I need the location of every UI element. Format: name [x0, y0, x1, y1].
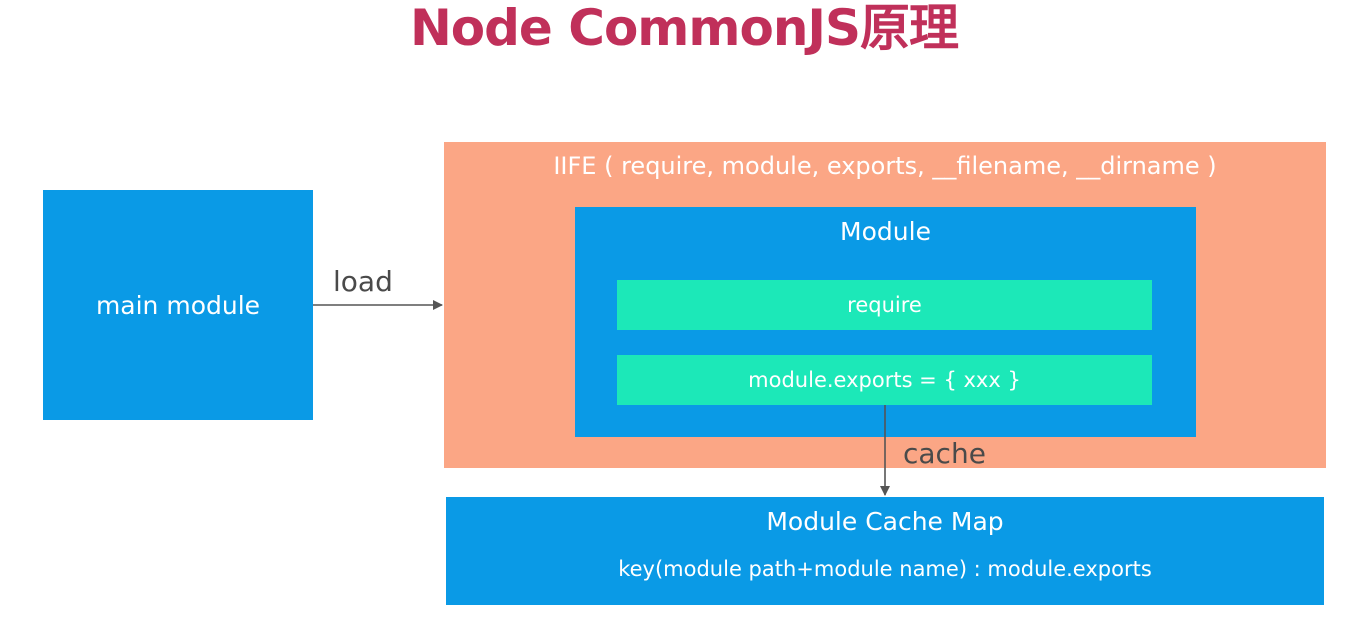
load-edge-label: load — [333, 265, 393, 298]
main-module-box: main module — [43, 190, 313, 420]
require-label: require — [847, 293, 922, 317]
main-module-label: main module — [95, 290, 261, 320]
module-exports-box: module.exports = { xxx } — [617, 355, 1152, 405]
require-box: require — [617, 280, 1152, 330]
iife-label: IIFE ( require, module, exports, __filen… — [553, 152, 1217, 180]
module-cache-map-description: key(module path+module name) : module.ex… — [618, 557, 1152, 581]
cache-edge-label: cache — [903, 437, 986, 470]
module-exports-label: module.exports = { xxx } — [748, 368, 1021, 392]
page-title: Node CommonJS原理 — [409, 0, 959, 57]
module-label: Module — [840, 217, 931, 246]
module-cache-map-title: Module Cache Map — [766, 507, 1004, 536]
